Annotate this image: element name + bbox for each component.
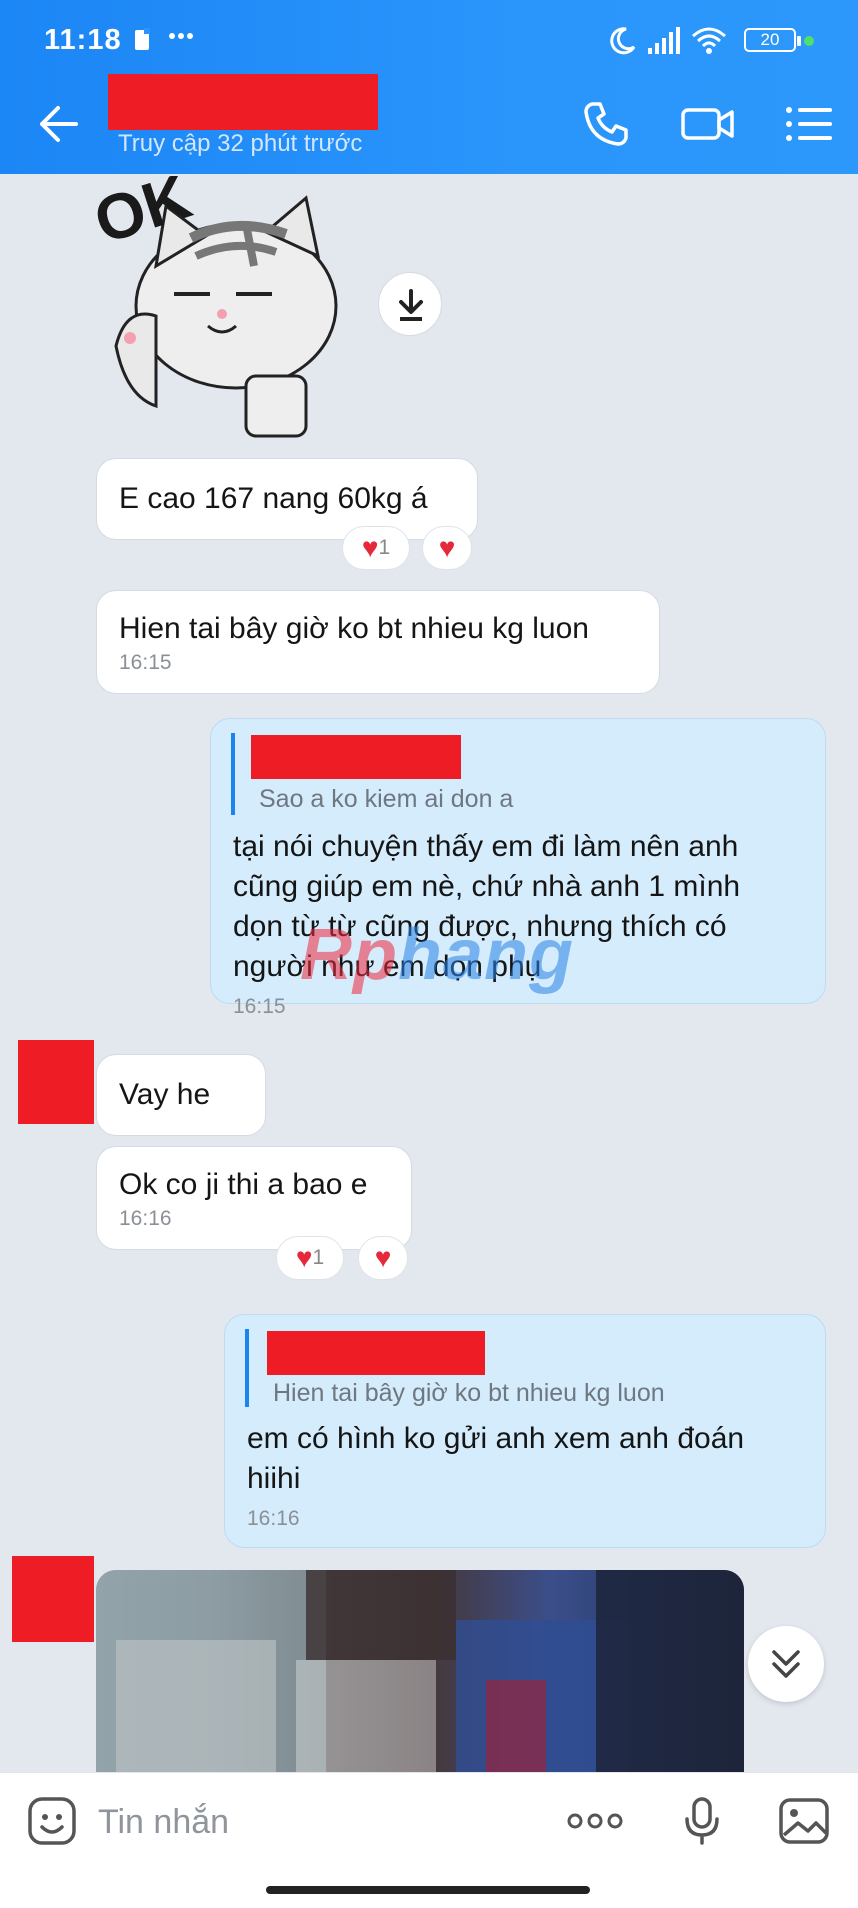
quoted-text: Hien tai bây giờ ko bt nhieu kg luon bbox=[273, 1379, 665, 1407]
signal-icon bbox=[646, 26, 682, 61]
home-indicator bbox=[266, 1886, 590, 1894]
sender-avatar-redacted[interactable] bbox=[12, 1556, 94, 1642]
video-call-icon[interactable] bbox=[680, 98, 734, 150]
more-notifications-icon bbox=[168, 22, 194, 55]
quoted-text: Sao a ko kiem ai don a bbox=[259, 785, 514, 813]
more-options-icon[interactable] bbox=[566, 1795, 624, 1847]
message-line: cũng giúp em nè, chứ nhà anh 1 mình bbox=[233, 870, 741, 903]
heart-icon: ♥ bbox=[374, 1242, 392, 1273]
message-bubble-incoming[interactable]: Hien tai bây giờ ko bt nhieu kg luon 16:… bbox=[96, 590, 660, 694]
reaction-count[interactable]: ♥ 1 bbox=[276, 1236, 344, 1280]
reply-quote[interactable]: Hien tai bây giờ ko bt nhieu kg luon bbox=[245, 1329, 705, 1407]
sender-avatar-redacted[interactable] bbox=[18, 1040, 94, 1124]
sim-icon bbox=[132, 26, 154, 59]
scroll-to-bottom-button[interactable] bbox=[748, 1626, 824, 1702]
heart-icon: ♥ bbox=[295, 1242, 313, 1273]
chat-header: 11:18 20 Truy cập 32 phút trước bbox=[0, 0, 858, 174]
react-button[interactable]: ♥ bbox=[422, 526, 472, 570]
privacy-dot bbox=[804, 36, 814, 46]
message-time: 16:16 bbox=[247, 1507, 300, 1530]
moon-icon bbox=[608, 26, 636, 61]
message-time: 16:15 bbox=[233, 995, 286, 1018]
cat-sticker[interactable]: OK bbox=[86, 174, 366, 438]
menu-list-icon[interactable] bbox=[784, 98, 836, 150]
message-list[interactable]: OK E cao 167 nang 60kg á ♥ 1 ♥ Hien tai … bbox=[0, 174, 858, 1772]
emoji-sticker-icon[interactable] bbox=[26, 1795, 78, 1847]
back-arrow-icon[interactable] bbox=[36, 102, 82, 146]
message-text: E cao 167 nang 60kg á bbox=[119, 482, 428, 515]
reaction-count-value: 1 bbox=[378, 536, 391, 559]
watermark: Rphang bbox=[300, 915, 574, 995]
message-time: 16:16 bbox=[119, 1207, 172, 1230]
message-text: Vay he bbox=[119, 1078, 211, 1111]
composer-bar: Tin nhắn bbox=[0, 1772, 858, 1908]
heart-icon: ♥ bbox=[438, 532, 456, 563]
shared-photo[interactable] bbox=[96, 1570, 744, 1772]
message-line: tại nói chuyện thấy em đi làm nên anh bbox=[233, 830, 739, 863]
message-input[interactable]: Tin nhắn bbox=[98, 1803, 229, 1842]
last-seen-status: Truy cập 32 phút trước bbox=[118, 130, 363, 157]
image-gallery-icon[interactable] bbox=[778, 1795, 830, 1847]
message-text: Ok co ji thi a bao e bbox=[119, 1168, 368, 1201]
reply-quote[interactable]: Sao a ko kiem ai don a bbox=[231, 733, 513, 815]
double-chevron-down-icon bbox=[772, 1650, 800, 1678]
microphone-icon[interactable] bbox=[676, 1795, 728, 1847]
heart-icon: ♥ bbox=[361, 532, 379, 563]
message-bubble-incoming[interactable]: Vay he bbox=[96, 1054, 266, 1136]
message-time: 16:15 bbox=[119, 651, 172, 674]
message-line: hiihi bbox=[247, 1462, 301, 1495]
download-icon[interactable] bbox=[378, 272, 442, 336]
wifi-icon bbox=[690, 26, 728, 61]
battery-indicator: 20 bbox=[744, 28, 801, 52]
contact-name-redacted bbox=[108, 74, 378, 130]
message-text-block: em có hình ko gửi anh xem anh đoán hiihi… bbox=[247, 1419, 744, 1531]
message-line: em có hình ko gửi anh xem anh đoán bbox=[247, 1422, 745, 1455]
phone-call-icon[interactable] bbox=[580, 98, 632, 150]
status-bar: 11:18 20 bbox=[0, 20, 858, 64]
message-text: Hien tai bây giờ ko bt nhieu kg luon bbox=[119, 612, 589, 645]
message-bubble-incoming[interactable]: Ok co ji thi a bao e 16:16 bbox=[96, 1146, 412, 1250]
quoted-sender-redacted bbox=[267, 1331, 485, 1375]
reaction-count-value: 1 bbox=[312, 1246, 325, 1269]
message-bubble-outgoing[interactable]: Hien tai bây giờ ko bt nhieu kg luon em … bbox=[224, 1314, 826, 1548]
message-bubble-incoming[interactable]: E cao 167 nang 60kg á bbox=[96, 458, 478, 540]
reaction-count[interactable]: ♥ 1 bbox=[342, 526, 410, 570]
quoted-sender-redacted bbox=[251, 735, 461, 779]
react-button[interactable]: ♥ bbox=[358, 1236, 408, 1280]
status-time: 11:18 bbox=[44, 24, 122, 56]
